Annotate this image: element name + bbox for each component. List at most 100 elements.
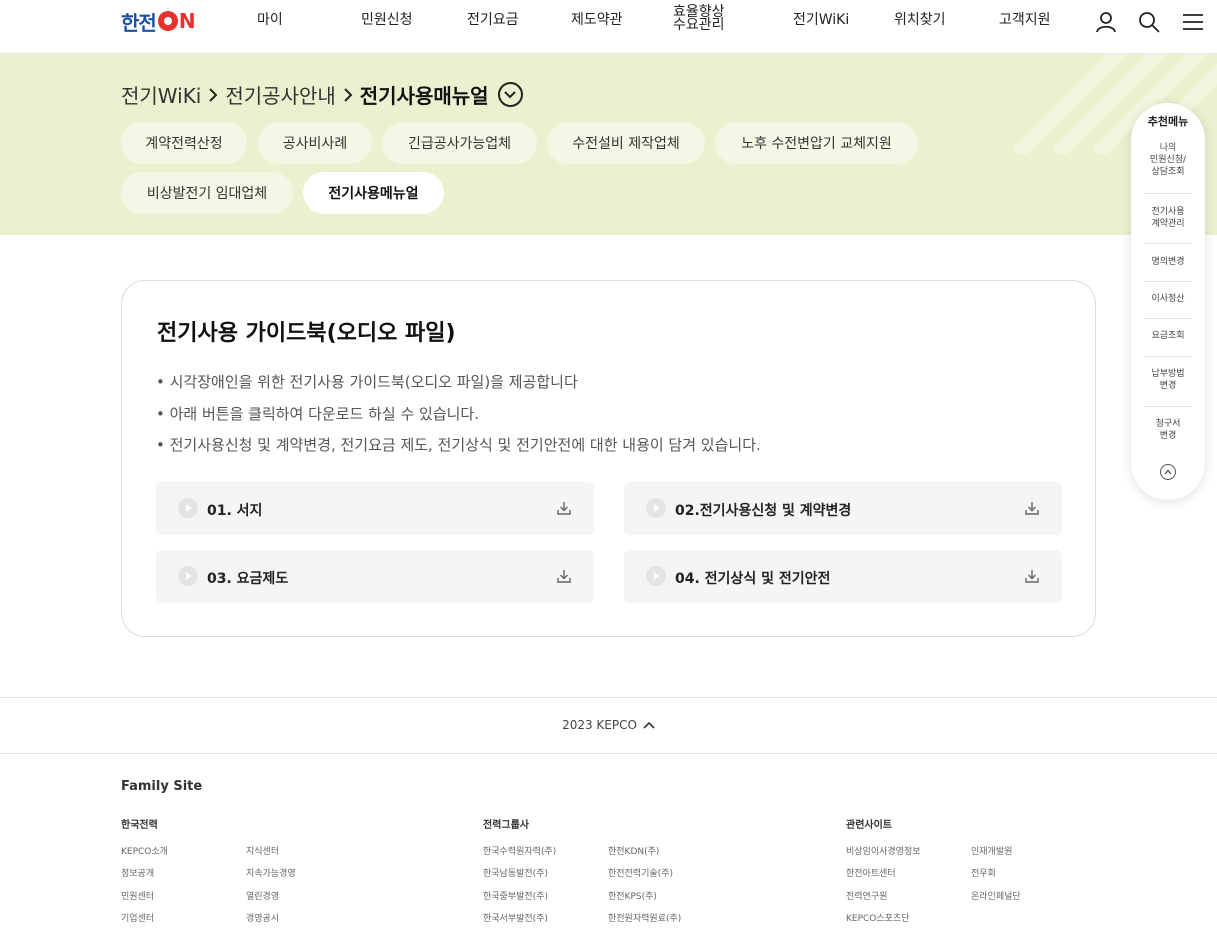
play-icon bbox=[646, 566, 666, 586]
family-group-title: 전력그룹사 bbox=[483, 820, 529, 831]
breadcrumb: 전기WiKi 전기공사안내 전기사용매뉴얼 bbox=[121, 80, 523, 109]
family-site-title: Family Site bbox=[121, 779, 203, 794]
chevron-right-icon bbox=[342, 87, 354, 103]
rec-item-payment-method[interactable]: 납부방법 변경 bbox=[1137, 368, 1199, 392]
family-link[interactable]: 열린경영 bbox=[246, 889, 279, 902]
kepco-on-logo[interactable]: 한전 N bbox=[121, 9, 196, 35]
chip-electric-manual[interactable]: 전기사용메뉴얼 bbox=[303, 172, 444, 214]
sub-banner: 전기WiKi 전기공사안내 전기사용매뉴얼 계약전력산정 공사비사례 긴급공사가… bbox=[0, 54, 1217, 235]
logo-text: 한전 bbox=[121, 10, 157, 35]
divider bbox=[1144, 281, 1192, 282]
download-label: 03. 요금제도 bbox=[207, 571, 289, 587]
chevron-down-icon[interactable] bbox=[497, 82, 523, 107]
download-item-01[interactable]: 01. 서지 bbox=[156, 482, 594, 535]
breadcrumb-item-wiki[interactable]: 전기WiKi bbox=[121, 80, 201, 109]
family-link[interactable]: 비상임이사경영정보 bbox=[846, 844, 921, 857]
divider bbox=[1144, 406, 1192, 407]
divider bbox=[1144, 243, 1192, 244]
menu-icon[interactable] bbox=[1181, 10, 1205, 34]
family-link[interactable]: 정보공개 bbox=[121, 866, 154, 879]
nav-item-electric-rate[interactable]: 전기요금 bbox=[467, 13, 519, 27]
download-icon[interactable] bbox=[1024, 500, 1040, 516]
nav-item-civil-request[interactable]: 민원신청 bbox=[361, 13, 413, 27]
chip-transformer-replacement[interactable]: 노후 수전변압기 교체지원 bbox=[715, 122, 918, 164]
copyright-text: 2023 KEPCO bbox=[562, 718, 637, 732]
chip-generator-rental[interactable]: 비상발전기 임대업체 bbox=[121, 172, 293, 214]
family-link[interactable]: 지속가능경영 bbox=[246, 866, 296, 879]
play-icon bbox=[178, 498, 198, 518]
search-icon[interactable] bbox=[1137, 10, 1161, 34]
rec-item-rate-lookup[interactable]: 요금조회 bbox=[1137, 330, 1199, 342]
card-title: 전기사용 가이드북(오디오 파일) bbox=[157, 321, 456, 346]
family-link[interactable]: 한전아트센터 bbox=[846, 866, 896, 879]
family-link[interactable]: 온라인페널단 bbox=[971, 889, 1021, 902]
family-link[interactable]: KEPCO소개 bbox=[121, 844, 168, 857]
family-link[interactable]: 한전원자력원료(주) bbox=[608, 911, 681, 924]
family-link[interactable]: 한전KDN(주) bbox=[608, 844, 659, 857]
recommend-menu: 추천메뉴 나의 민원신청/ 상담조회 전기사용 계약관리 명의변경 이사정산 요… bbox=[1131, 103, 1205, 500]
family-link[interactable]: 한국서부발전(주) bbox=[483, 911, 548, 924]
download-label: 02.전기사용신청 및 계약변경 bbox=[675, 503, 852, 519]
user-icon[interactable] bbox=[1094, 10, 1118, 34]
download-icon[interactable] bbox=[556, 568, 572, 584]
divider bbox=[1144, 356, 1192, 357]
breadcrumb-item-construction[interactable]: 전기공사안내 bbox=[225, 80, 335, 109]
download-item-03[interactable]: 03. 요금제도 bbox=[156, 550, 594, 603]
download-icon[interactable] bbox=[556, 500, 572, 516]
nav-item-my[interactable]: 마이 bbox=[257, 13, 283, 27]
rec-item-bill-change[interactable]: 청구서 변경 bbox=[1137, 418, 1199, 442]
family-link[interactable]: 경영공시 bbox=[246, 911, 279, 924]
info-bullet: • 전기사용신청 및 계약변경, 전기요금 제도, 전기상식 및 전기안전에 대… bbox=[156, 436, 761, 454]
play-icon bbox=[178, 566, 198, 586]
nav-item-wiki[interactable]: 전기WiKi bbox=[793, 13, 849, 27]
divider bbox=[1144, 193, 1192, 194]
info-bullet: • 시각장애인을 위한 전기사용 가이드북(오디오 파일)을 제공합니다 bbox=[156, 373, 578, 391]
logo-suffix: N bbox=[178, 9, 196, 33]
chevron-up-icon bbox=[643, 721, 655, 729]
footer-bar: 2023 KEPCO bbox=[0, 697, 1217, 754]
chevron-right-icon bbox=[207, 87, 219, 103]
family-link[interactable]: KEPCO스포츠단 bbox=[846, 911, 910, 924]
chip-emergency-contractor[interactable]: 긴급공사가능업체 bbox=[382, 122, 537, 164]
chip-construction-cost[interactable]: 공사비사례 bbox=[258, 122, 372, 164]
nav-item-location[interactable]: 위치찾기 bbox=[894, 13, 946, 27]
rec-item-my-request[interactable]: 나의 민원신청/ 상담조회 bbox=[1137, 142, 1199, 178]
download-label: 01. 서지 bbox=[207, 503, 263, 519]
chevron-up-icon[interactable] bbox=[1160, 464, 1176, 480]
family-link[interactable]: 지식센터 bbox=[246, 844, 279, 857]
rec-item-name-change[interactable]: 명의변경 bbox=[1137, 256, 1199, 268]
family-group-title: 관련사이트 bbox=[846, 820, 892, 831]
family-link[interactable]: 한전KPS(주) bbox=[608, 889, 657, 902]
nav-item-support[interactable]: 고객지원 bbox=[999, 13, 1051, 27]
family-link[interactable]: 전력연구원 bbox=[846, 889, 887, 902]
download-icon[interactable] bbox=[1024, 568, 1040, 584]
play-icon bbox=[646, 498, 666, 518]
nav-item-efficiency[interactable]: 효율향상 수요관리 bbox=[673, 5, 725, 32]
family-link[interactable]: 한전전력기술(주) bbox=[608, 866, 673, 879]
family-link[interactable]: 전우회 bbox=[971, 866, 996, 879]
recommend-menu-title: 추천메뉴 bbox=[1147, 115, 1189, 128]
family-link[interactable]: 인재개발원 bbox=[971, 844, 1012, 857]
chip-substation-maker[interactable]: 수전설비 제작업체 bbox=[547, 122, 705, 164]
family-link[interactable]: 기업센터 bbox=[121, 911, 154, 924]
family-link[interactable]: 한국수력원자력(주) bbox=[483, 844, 556, 857]
family-link[interactable]: 한국남동발전(주) bbox=[483, 866, 548, 879]
breadcrumb-current: 전기사용매뉴얼 bbox=[359, 84, 489, 108]
download-label: 04. 전기상식 및 전기안전 bbox=[675, 571, 831, 587]
info-bullet: • 아래 버튼을 클릭하여 다운로드 하실 수 있습니다. bbox=[156, 405, 479, 423]
download-item-02[interactable]: 02.전기사용신청 및 계약변경 bbox=[624, 482, 1062, 535]
family-link[interactable]: 민원센터 bbox=[121, 889, 154, 902]
nav-item-policy[interactable]: 제도약관 bbox=[571, 13, 623, 27]
download-item-04[interactable]: 04. 전기상식 및 전기안전 bbox=[624, 550, 1062, 603]
rec-item-move-settle[interactable]: 이사정산 bbox=[1137, 293, 1199, 305]
site-header: 한전 N 마이 민원신청 전기요금 제도약관 효율향상 수요관리 전기WiKi … bbox=[0, 0, 1217, 54]
logo-power-icon bbox=[157, 11, 178, 31]
family-group-title: 한국전력 bbox=[121, 820, 158, 831]
copyright-toggle[interactable]: 2023 KEPCO bbox=[0, 718, 1217, 732]
guidebook-card: 전기사용 가이드북(오디오 파일) • 시각장애인을 위한 전기사용 가이드북(… bbox=[121, 280, 1096, 637]
rec-item-contract[interactable]: 전기사용 계약관리 bbox=[1137, 206, 1199, 230]
divider bbox=[1144, 318, 1192, 319]
chip-contract-power[interactable]: 계약전력산정 bbox=[121, 122, 247, 164]
family-link[interactable]: 한국중부발전(주) bbox=[483, 889, 548, 902]
logo-on-mark: N bbox=[156, 9, 196, 33]
